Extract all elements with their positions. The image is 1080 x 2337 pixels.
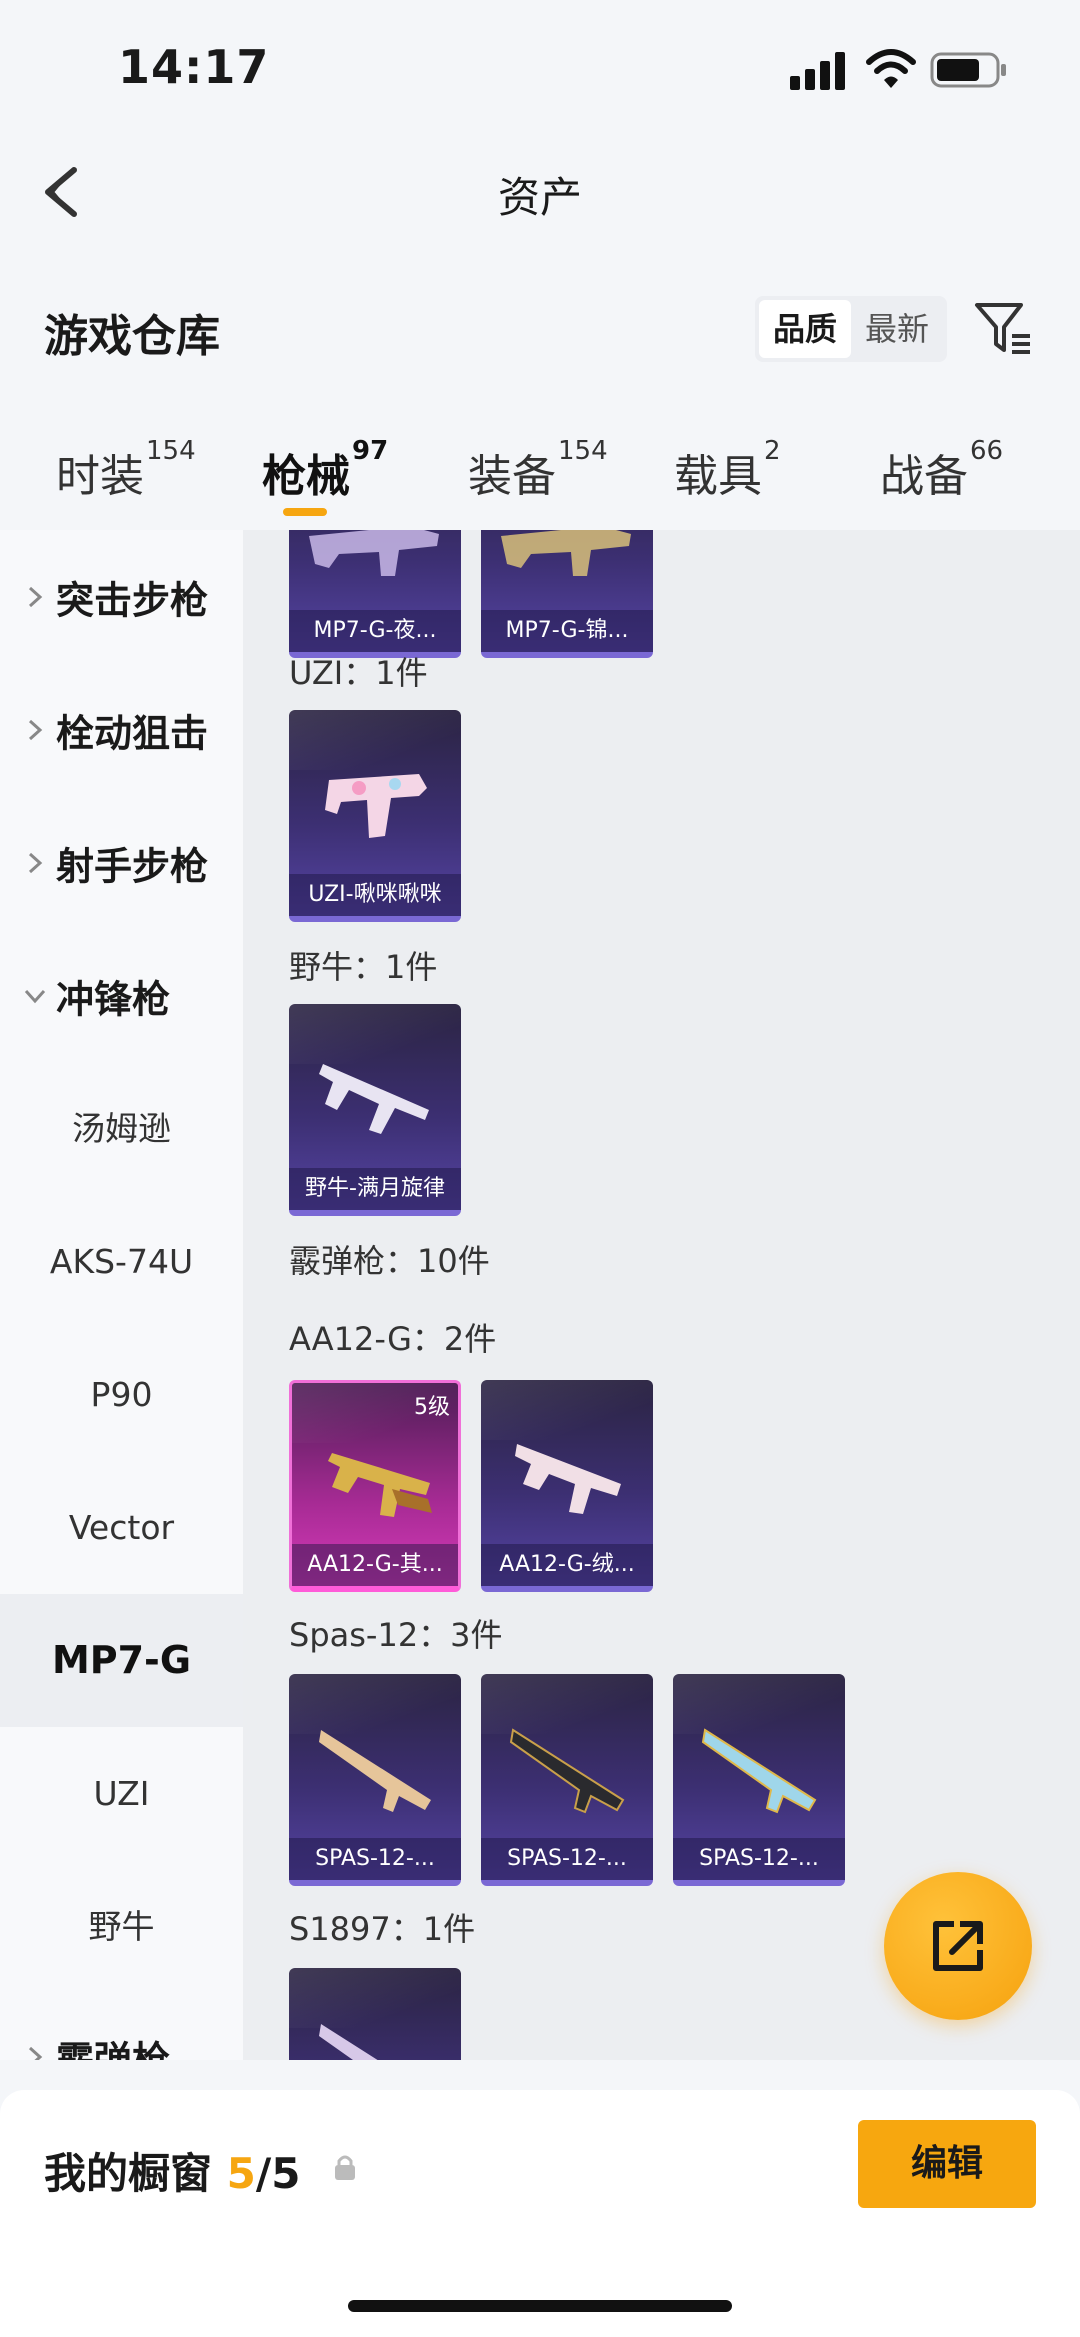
page-title: 资产 (497, 173, 582, 222)
sort-toggle: 品质 最新 (755, 296, 947, 362)
nav-bar: 资产 (0, 130, 1080, 250)
active-tab-indicator (283, 508, 327, 516)
share-button[interactable] (884, 1872, 1032, 2020)
group-heading-s1897: S1897：1件 (289, 1910, 476, 1948)
chevron-right-icon (28, 852, 43, 873)
tab-fashion[interactable]: 时装154 (56, 436, 196, 504)
sidebar-item-p90[interactable]: P90 (0, 1328, 243, 1461)
weapon-card[interactable]: 5级 AA12-G-其... (289, 1380, 461, 1592)
weapon-category-sidebar: 突击步枪 栓动狙击 射手步枪 冲锋枪 汤姆逊 AKS-74U P90 Vecto… (0, 530, 243, 2060)
chevron-right-icon (28, 719, 43, 740)
sidebar-item-mp7g[interactable]: MP7-G (0, 1594, 243, 1727)
chevron-down-icon (24, 989, 46, 1003)
smg-icon (319, 1064, 429, 1134)
sidebar-item-thompson[interactable]: 汤姆逊 (0, 1062, 243, 1195)
sort-newest[interactable]: 最新 (851, 300, 943, 358)
edit-button[interactable]: 编辑 (858, 2120, 1036, 2208)
smg-icon (325, 774, 427, 838)
sidebar-item-bizon[interactable]: 野牛 (0, 1860, 243, 1993)
sidebar-cat-marksman[interactable]: 射手步枪 (0, 796, 243, 929)
weapon-card[interactable]: SPAS-12-... (481, 1674, 653, 1886)
tab-firearms[interactable]: 枪械97 (262, 436, 388, 504)
showcase-label: 我的橱窗 5/5 (44, 2149, 301, 2198)
weapon-card[interactable]: SPAS-12-... (289, 1674, 461, 1886)
wifi-icon (866, 49, 916, 88)
weapon-card[interactable] (289, 1968, 461, 2060)
shotgun-icon (319, 2024, 378, 2060)
group-heading-bizon: 野牛：1件 (289, 948, 438, 986)
home-indicator (348, 2300, 732, 2312)
weapon-card[interactable]: MP7-G-夜... (289, 530, 461, 658)
weapon-card[interactable]: MP7-G-锦... (481, 530, 653, 658)
group-heading-spas: Spas-12：3件 (289, 1616, 503, 1654)
sidebar-item-uzi[interactable]: UZI (0, 1727, 243, 1860)
sidebar-cat-smg[interactable]: 冲锋枪 (0, 929, 243, 1062)
chevron-right-icon (28, 2046, 43, 2060)
sidebar-cat-assault-rifle[interactable]: 突击步枪 (0, 530, 243, 663)
shotgun-icon (701, 1728, 817, 1814)
tab-equipment[interactable]: 装备154 (468, 436, 608, 504)
category-tabs: 时装154 枪械97 装备154 载具2 战备66 (0, 420, 1080, 530)
shotgun-icon (509, 1728, 625, 1814)
showcase-total: /5 (255, 2149, 301, 2198)
filter-icon[interactable] (974, 300, 1032, 358)
showcase-count: 5 (226, 2149, 256, 2198)
smg-icon (501, 530, 631, 576)
weapon-card[interactable]: 野牛-满月旋律 (289, 1004, 461, 1216)
signal-icon (790, 52, 846, 90)
tab-supplies[interactable]: 战备66 (880, 436, 1003, 504)
shotgun-icon (328, 1453, 432, 1517)
weapon-card[interactable]: UZI-啾咪啾咪 (289, 710, 461, 922)
shotgun-icon (515, 1444, 621, 1514)
weapon-list: MP7-G-夜... MP7-G-锦... UZI：1件 UZI-啾咪啾咪 野牛… (243, 530, 1080, 2060)
shotgun-icon (319, 1730, 431, 1812)
status-bar: 14:17 (0, 0, 1080, 130)
sidebar-item-aks74u[interactable]: AKS-74U (0, 1195, 243, 1328)
sidebar-cat-bolt-sniper[interactable]: 栓动狙击 (0, 663, 243, 796)
weapon-card[interactable]: SPAS-12-... (673, 1674, 845, 1886)
group-heading-uzi: UZI：1件 (289, 654, 428, 692)
group-heading-shotgun: 霰弹枪：10件 (289, 1242, 490, 1280)
sidebar-item-vector[interactable]: Vector (0, 1461, 243, 1594)
sidebar-cat-shotgun[interactable]: 霰弹枪 (0, 1990, 243, 2060)
warehouse-title: 游戏仓库 (44, 311, 220, 362)
sort-quality[interactable]: 品质 (759, 300, 851, 358)
status-time: 14:17 (118, 40, 270, 94)
weapon-card[interactable]: AA12-G-绒... (481, 1380, 653, 1592)
smg-icon (309, 530, 439, 576)
lock-icon (335, 2155, 355, 2180)
group-heading-aa12: AA12-G：2件 (289, 1320, 497, 1358)
tab-vehicles[interactable]: 载具2 (674, 436, 781, 504)
chevron-right-icon (28, 586, 43, 607)
share-icon (933, 1921, 983, 1971)
battery-icon (930, 52, 1006, 88)
